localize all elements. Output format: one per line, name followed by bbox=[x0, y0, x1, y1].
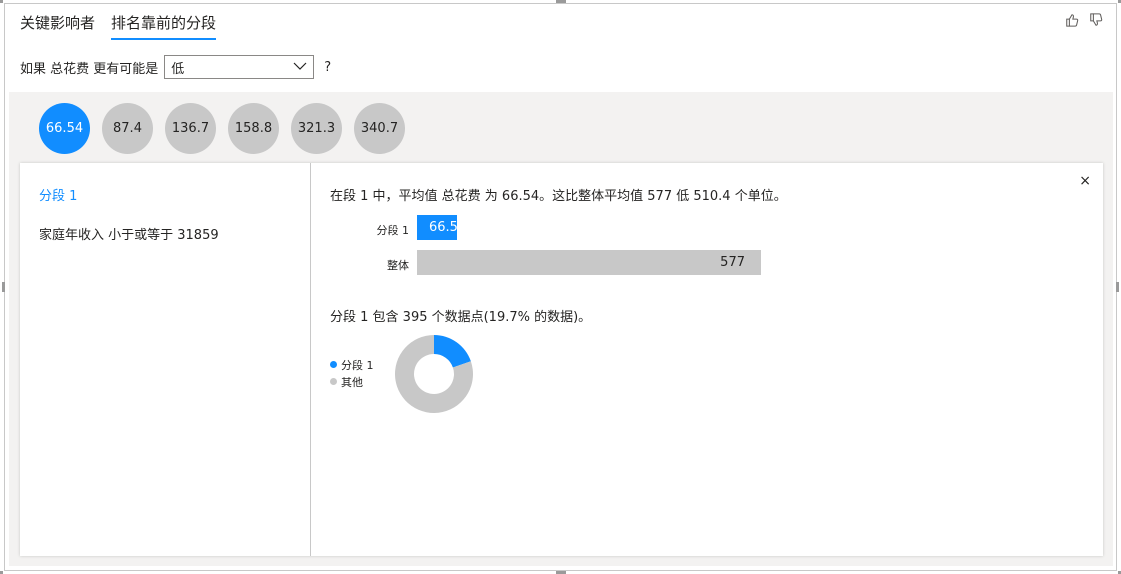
legend-item-other: 其他 bbox=[330, 373, 374, 390]
filter-row: 如果 总花费 更有可能是 低 ? bbox=[20, 55, 331, 79]
resize-handle-corner[interactable] bbox=[0, 0, 3, 3]
segment-condition: 家庭年收入 小于或等于 31859 bbox=[39, 228, 219, 243]
bar-value-overall: 577 bbox=[720, 255, 745, 270]
segment-definition-pane: 分段 1 家庭年收入 小于或等于 31859 bbox=[20, 163, 311, 556]
tab-key-influencers[interactable]: 关键影响者 bbox=[20, 12, 95, 40]
segment-title: 分段 1 bbox=[39, 189, 78, 204]
bar-overall-average: 577 bbox=[417, 250, 761, 275]
filter-prefix-label: 如果 总花费 更有可能是 bbox=[20, 61, 159, 77]
legend-label-other: 其他 bbox=[341, 375, 363, 389]
segment-bubble[interactable]: 136.7 bbox=[165, 103, 216, 154]
segment-bubble[interactable]: 340.7 bbox=[354, 103, 405, 154]
legend-dot-segment bbox=[330, 361, 337, 368]
bar-segment-average: 66.54 bbox=[417, 215, 457, 240]
legend-label-segment: 分段 1 bbox=[341, 358, 374, 372]
legend-item-segment: 分段 1 bbox=[330, 356, 374, 373]
bar-value-segment: 66.54 bbox=[429, 220, 457, 235]
segment-share-donut bbox=[395, 335, 473, 413]
thumbs-up-icon[interactable] bbox=[1065, 12, 1079, 31]
tab-top-segments[interactable]: 排名靠前的分段 bbox=[111, 12, 217, 40]
bar-label-segment: 分段 1 bbox=[376, 224, 410, 237]
segment-bubble[interactable]: 158.8 bbox=[228, 103, 279, 154]
donut-legend: 分段 1 其他 bbox=[330, 356, 374, 390]
bar-label-overall: 整体 bbox=[387, 259, 409, 272]
feedback-buttons bbox=[1065, 12, 1103, 31]
close-icon[interactable]: × bbox=[1079, 173, 1091, 189]
segment-summary: 在段 1 中，平均值 总花费 为 66.54。这比整体平均值 577 低 510… bbox=[330, 189, 787, 204]
segment-bubble[interactable]: 321.3 bbox=[291, 103, 342, 154]
legend-dot-other bbox=[330, 378, 337, 385]
segment-bubble[interactable]: 87.4 bbox=[102, 103, 153, 154]
chevron-down-icon bbox=[293, 60, 307, 75]
filter-suffix-label: ? bbox=[324, 59, 332, 75]
thumbs-down-icon[interactable] bbox=[1089, 12, 1103, 31]
value-dropdown[interactable]: 低 bbox=[164, 55, 315, 79]
segment-count-text: 分段 1 包含 395 个数据点(19.7% 的数据)。 bbox=[330, 310, 592, 325]
tab-bar: 关键影响者 排名靠前的分段 bbox=[20, 12, 217, 40]
segment-selector: 66.54 87.4 136.7 158.8 321.3 340.7 bbox=[39, 103, 405, 154]
resize-handle-left[interactable] bbox=[2, 282, 5, 292]
donut-slice-segment bbox=[434, 335, 471, 368]
resize-handle-right[interactable] bbox=[1116, 282, 1119, 292]
dropdown-selected-value: 低 bbox=[171, 61, 185, 77]
segment-bubble[interactable]: 66.54 bbox=[39, 103, 90, 154]
resize-handle-top[interactable] bbox=[556, 0, 566, 3]
segment-detail-panel: 分段 1 家庭年收入 小于或等于 31859 × 在段 1 中，平均值 总花费 … bbox=[20, 163, 1103, 556]
